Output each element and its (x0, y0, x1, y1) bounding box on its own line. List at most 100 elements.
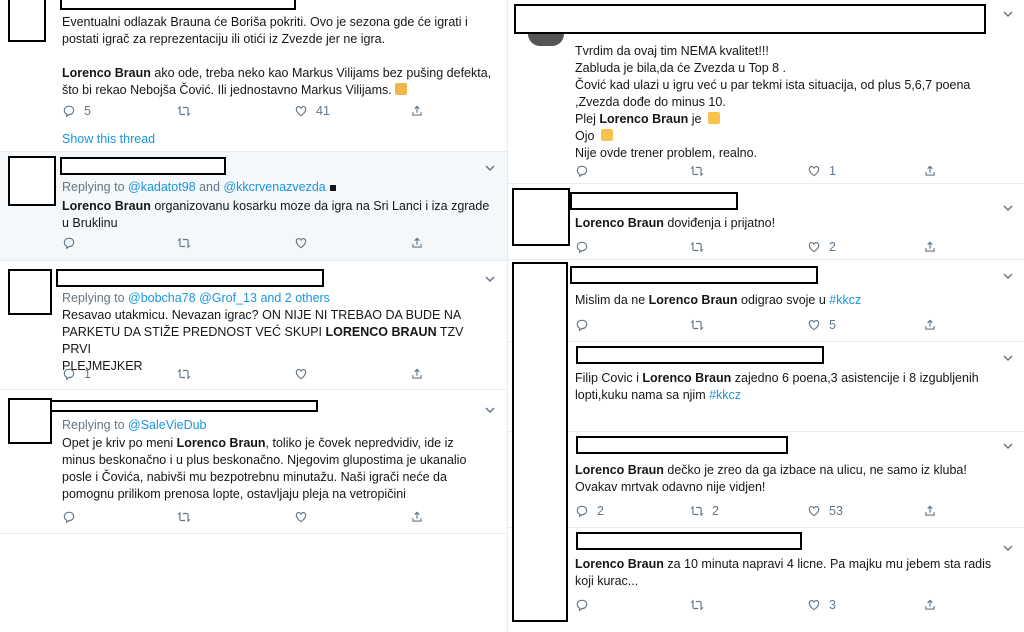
reply-button[interactable] (575, 598, 589, 612)
mention-name: Lorenco Braun (176, 436, 266, 450)
reply-button[interactable] (575, 164, 589, 178)
share-button[interactable] (923, 598, 937, 612)
chevron-down-icon[interactable] (484, 404, 496, 416)
mention-name: Lorenco Braun (648, 293, 738, 307)
tweet-2[interactable]: Replying to @kadatot98 and @kkcrvenazvez… (0, 152, 507, 261)
share-button[interactable] (410, 236, 424, 250)
tweet-actions: 5 (575, 318, 1015, 334)
reply-button[interactable] (575, 318, 589, 332)
reply-icon (575, 164, 589, 178)
share-icon (923, 240, 937, 254)
like-button[interactable]: 2 (807, 240, 836, 254)
tweet-actions: 1 (575, 164, 1015, 180)
tweet-text-line: Tvrdim da ovaj tim NEMA kvalitet!!! (575, 44, 769, 58)
redacted-author-name (50, 400, 318, 412)
like-button[interactable]: 41 (294, 104, 330, 118)
person-emoji-icon (394, 83, 407, 95)
avatar[interactable] (8, 398, 52, 444)
mention-link[interactable]: @Grof_13 (199, 291, 257, 305)
like-icon (294, 367, 308, 381)
tweet-text-line: ako ode, treba neko kao Markus Vilijams … (150, 66, 492, 80)
share-button[interactable] (923, 240, 937, 254)
tweet-text-line: , toliko je čovek nepredvidiv, ide iz (265, 436, 454, 450)
share-button[interactable] (410, 510, 424, 524)
share-button[interactable] (923, 504, 937, 518)
reply-button[interactable] (62, 510, 76, 524)
tweet-text-line: Mislim da ne (575, 293, 649, 307)
mention-link[interactable]: @bobcha78 (128, 291, 196, 305)
tweet-r6[interactable]: Lorenco Braun za 10 minuta napravi 4 lic… (508, 528, 1024, 632)
reply-button[interactable]: 2 (575, 504, 604, 518)
show-thread-link[interactable]: Show this thread (62, 132, 155, 146)
hashtag-link[interactable]: #kkcz (829, 293, 861, 307)
reply-button[interactable]: 5 (62, 104, 91, 118)
tweet-1[interactable]: Eventualni odlazak Brauna će Boriša pokr… (0, 0, 507, 152)
tweet-r3[interactable]: Mislim da ne Lorenco Braun odigrao svoje… (508, 260, 1024, 342)
replying-to: Replying to @SaleVieDub (62, 418, 207, 432)
share-button[interactable] (410, 104, 424, 118)
mention-link[interactable]: @kadatot98 (128, 180, 196, 194)
like-button[interactable] (294, 510, 308, 524)
chevron-down-icon[interactable] (484, 273, 496, 285)
tweet-r1[interactable]: Tvrdim da ovaj tim NEMA kvalitet!!! Zabl… (508, 0, 1024, 184)
avatar[interactable] (512, 262, 568, 622)
share-button[interactable] (923, 164, 937, 178)
chevron-down-icon[interactable] (1002, 8, 1014, 20)
chevron-down-icon[interactable] (1002, 542, 1014, 554)
like-count: 2 (829, 240, 836, 254)
like-count: 53 (829, 504, 843, 518)
like-button[interactable] (294, 236, 308, 250)
mention-link[interactable]: @kkcrvenazvezda (223, 180, 325, 194)
retweet-button[interactable]: 2 (690, 504, 719, 518)
tweet-text-line: što bi rekao Nebojša Čović. Ili jednosta… (62, 83, 392, 97)
retweet-button[interactable] (690, 318, 704, 332)
avatar[interactable] (8, 0, 46, 42)
share-button[interactable] (410, 367, 424, 381)
retweet-button[interactable] (690, 240, 704, 254)
tweet-r2[interactable]: Lorenco Braun doviđenja i prijatno! 2 (508, 184, 1024, 260)
like-icon (807, 318, 821, 332)
reply-button[interactable]: 1 (62, 367, 91, 381)
like-button[interactable]: 1 (807, 164, 836, 178)
avatar[interactable] (8, 269, 52, 315)
tweet-text-line: PARKETU DA STIŽE PREDNOST VEĆ SKUPI (62, 325, 326, 339)
reply-button[interactable] (62, 236, 76, 250)
reply-button[interactable] (575, 240, 589, 254)
tweet-text-line: Opet je kriv po meni (62, 436, 177, 450)
tweet-actions: 5 41 (62, 104, 462, 120)
retweet-icon (177, 236, 191, 250)
retweet-button[interactable] (690, 598, 704, 612)
chevron-down-icon[interactable] (1002, 202, 1014, 214)
tweet-actions: 2 (575, 240, 1015, 256)
avatar[interactable] (512, 188, 570, 246)
retweet-button[interactable] (177, 236, 191, 250)
retweet-button[interactable] (177, 367, 191, 381)
reply-count: 5 (84, 104, 91, 118)
tweet-4[interactable]: Replying to @SaleVieDub Opet je kriv po … (0, 390, 507, 534)
like-button[interactable]: 5 (807, 318, 836, 332)
like-icon (294, 510, 308, 524)
like-icon (807, 164, 821, 178)
tweet-r4[interactable]: Filip Covic i Lorenco Braun zajedno 6 po… (508, 342, 1024, 432)
mention-link[interactable]: @SaleVieDub (128, 418, 206, 432)
others-link[interactable]: and 2 others (257, 291, 330, 305)
tweet-text-line: Čović kad ulazi u igru već u par tekmi i… (575, 78, 971, 92)
like-button[interactable] (294, 367, 308, 381)
chevron-down-icon[interactable] (1002, 352, 1014, 364)
tweet-r5[interactable]: Lorenco Braun dečko je zreo da ga izbace… (508, 432, 1024, 528)
hashtag-link[interactable]: #kkcz (709, 388, 741, 402)
chevron-down-icon[interactable] (484, 162, 496, 174)
retweet-button[interactable] (177, 104, 191, 118)
mention-name: Lorenco Braun (575, 216, 664, 230)
chevron-down-icon[interactable] (1002, 440, 1014, 452)
retweet-button[interactable] (177, 510, 191, 524)
avatar[interactable] (8, 156, 56, 206)
tweet-3[interactable]: Replying to @bobcha78 @Grof_13 and 2 oth… (0, 261, 507, 390)
redacted-author-name (576, 532, 802, 550)
chevron-down-icon[interactable] (1002, 270, 1014, 282)
like-button[interactable]: 53 (807, 504, 843, 518)
like-button[interactable]: 3 (807, 598, 836, 612)
like-count: 1 (829, 164, 836, 178)
share-button[interactable] (923, 318, 937, 332)
retweet-button[interactable] (690, 164, 704, 178)
